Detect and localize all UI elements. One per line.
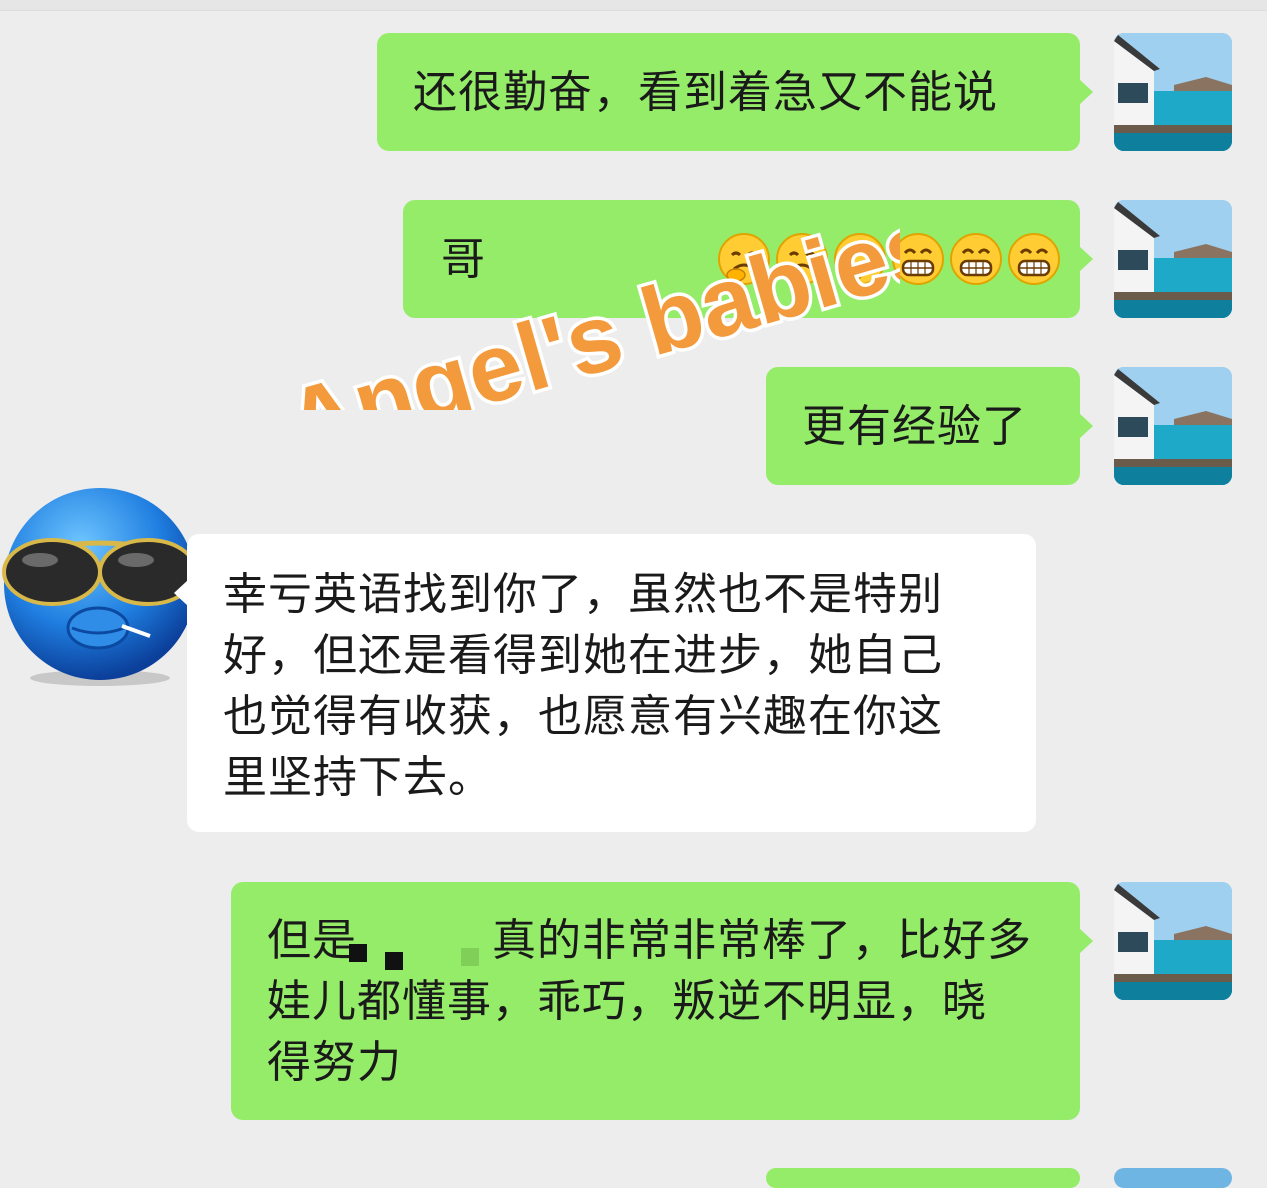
outgoing-message-bubble[interactable]: 更有经验了: [766, 367, 1093, 485]
my-avatar[interactable]: [1114, 882, 1232, 1000]
redaction-pixel: [385, 952, 403, 970]
contact-avatar[interactable]: [0, 488, 200, 688]
outgoing-message-bubble[interactable]: 还很勤奋，看到着急又不能说: [377, 33, 1093, 151]
message-line: 好，但还是看得到她在进步，她自己: [223, 630, 943, 681]
incoming-message-bubble[interactable]: 幸亏英语找到你了，虽然也不是特别 好，但还是看得到她在进步，她自己 也觉得有收获…: [174, 534, 1036, 832]
face-holding-back-tears-icon: [832, 231, 888, 287]
face-holding-back-tears-icon: [716, 231, 772, 287]
message-line: 幸亏英语找到你了，虽然也不是特别: [223, 569, 943, 620]
next-avatar-partial: [1114, 1168, 1232, 1188]
my-avatar[interactable]: [1114, 33, 1232, 151]
outgoing-message-bubble[interactable]: 但是 真的非常非常棒了，比好多 娃儿都懂事，乖巧，叛逆不明显，晓 得努力: [231, 882, 1093, 1120]
outgoing-message-bubble[interactable]: 哥: [403, 200, 1093, 318]
emoji-row: [716, 231, 1062, 287]
message-line: 也觉得有收获，也愿意有兴趣在你这: [223, 691, 943, 742]
my-avatar[interactable]: [1114, 367, 1232, 485]
message-text: 还很勤奋，看到着急又不能说: [413, 66, 998, 118]
my-avatar[interactable]: [1114, 200, 1232, 318]
message-text: 哥: [441, 233, 486, 285]
grinning-face-icon: [890, 231, 946, 287]
redaction-pixel: [349, 944, 367, 962]
message-line: 娃儿都懂事，乖巧，叛逆不明显，晓: [267, 976, 987, 1027]
message-line: 得努力: [267, 1037, 402, 1088]
top-divider: [0, 0, 1267, 11]
resort-photo-icon: [1114, 200, 1232, 318]
face-holding-back-tears-icon: [774, 231, 830, 287]
resort-photo-icon: [1114, 882, 1232, 1000]
grinning-face-icon: [1006, 231, 1062, 287]
blue-sunglasses-face-icon: [2, 488, 198, 686]
message-line: 里坚持下去。: [223, 752, 493, 803]
next-message-bubble-partial: [766, 1168, 1080, 1188]
message-text: 更有经验了: [802, 400, 1027, 452]
resort-photo-icon: [1114, 367, 1232, 485]
redaction-pixel: [461, 948, 479, 966]
grinning-face-icon: [948, 231, 1004, 287]
resort-photo-icon: [1114, 33, 1232, 151]
